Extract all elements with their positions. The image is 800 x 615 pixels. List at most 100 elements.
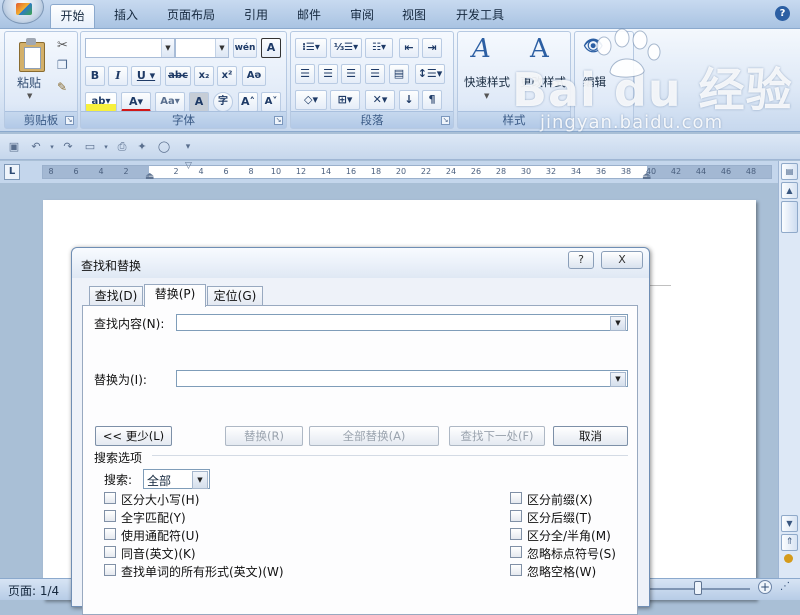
cancel-button[interactable]: 取消 — [553, 426, 628, 446]
clipboard-launcher-icon[interactable]: ↘ — [65, 116, 74, 125]
distributed-icon[interactable]: ▤ — [389, 64, 409, 84]
cut-icon[interactable]: ✂ — [57, 38, 68, 53]
circle-tool-icon[interactable]: ◯ — [156, 139, 172, 155]
paste-dropdown-icon[interactable]: ▼ — [27, 92, 32, 100]
select-browse-object-icon[interactable] — [784, 554, 793, 563]
format-icon[interactable]: ✦ — [134, 139, 150, 155]
left-indent-marker-icon[interactable]: ⏏ — [145, 171, 154, 182]
resize-grip-icon[interactable]: ⋰ — [780, 581, 790, 592]
dialog-titlebar[interactable]: 查找和替换 ? X — [72, 248, 649, 278]
match-suffix-checkbox[interactable] — [510, 510, 522, 522]
paste-icon[interactable] — [17, 38, 45, 72]
dialog-close-button[interactable]: X — [601, 251, 643, 269]
zoom-in-icon[interactable]: + — [758, 580, 772, 594]
paragraph-launcher-icon[interactable]: ↘ — [441, 116, 450, 125]
new-doc-icon[interactable]: ▭ — [82, 139, 98, 155]
tab-review[interactable]: 审阅 — [342, 4, 382, 28]
tab-view[interactable]: 视图 — [394, 4, 434, 28]
justify-icon[interactable]: ☰ — [365, 64, 385, 84]
bold-icon[interactable]: B — [85, 66, 105, 86]
replace-history-dropdown-icon[interactable]: ▼ — [610, 372, 626, 387]
new-doc-dropdown-icon[interactable]: ▾ — [98, 139, 114, 155]
quick-styles-button[interactable]: 快速样式 — [464, 74, 510, 90]
tab-developer[interactable]: 开发工具 — [448, 4, 512, 28]
shading-icon[interactable]: ◇▾ — [295, 90, 327, 110]
save-icon[interactable]: ▣ — [6, 139, 22, 155]
find-what-input[interactable]: ▼ — [176, 314, 628, 331]
align-right-icon[interactable]: ☰ — [341, 64, 361, 84]
vertical-scrollbar[interactable]: ▤ ▲ ▼ ⇑ — [778, 161, 800, 578]
copy-icon[interactable]: ❐ — [57, 58, 68, 72]
shrink-font-icon[interactable]: A˅ — [261, 92, 281, 112]
match-width-checkbox[interactable] — [510, 528, 522, 540]
undo-dropdown-icon[interactable]: ▾ — [44, 139, 60, 155]
help-icon[interactable]: ? — [775, 6, 790, 21]
numbering-icon[interactable]: ⅓☰▾ — [330, 38, 362, 58]
find-next-button[interactable]: 查找下一处(F) — [449, 426, 545, 446]
grow-font-icon[interactable]: A˄ — [238, 92, 258, 112]
increase-indent-icon[interactable]: ⇥ — [422, 38, 442, 58]
previous-page-icon[interactable]: ⇑ — [781, 534, 798, 551]
show-marks-icon[interactable]: ¶ — [422, 90, 442, 110]
tab-home[interactable]: 开始 — [50, 4, 95, 28]
multilevel-list-icon[interactable]: ☷▾ — [365, 38, 393, 58]
line-spacing-icon[interactable]: ↕☰▾ — [415, 64, 445, 84]
font-launcher-icon[interactable]: ↘ — [274, 116, 283, 125]
highlight-icon[interactable]: ab▾ — [85, 92, 117, 112]
scroll-thumb[interactable] — [781, 201, 798, 233]
whole-word-checkbox[interactable] — [104, 510, 116, 522]
undo-icon[interactable]: ↶ — [28, 139, 44, 155]
ignore-punctuation-checkbox[interactable] — [510, 546, 522, 558]
dialog-help-button[interactable]: ? — [568, 251, 594, 269]
tab-selector[interactable]: L — [4, 164, 20, 180]
search-direction-select[interactable]: 全部 ▼ — [143, 469, 210, 489]
chinese-layout-icon[interactable]: ✕▾ — [365, 90, 395, 110]
match-case-checkbox[interactable] — [104, 492, 116, 504]
find-history-dropdown-icon[interactable]: ▼ — [610, 316, 626, 331]
borders-icon[interactable]: ⊞▾ — [330, 90, 360, 110]
search-direction-dropdown-icon[interactable]: ▼ — [192, 471, 208, 489]
quick-styles-dropdown-icon[interactable]: ▼ — [484, 92, 489, 100]
first-line-indent-marker-icon[interactable]: ▽ — [185, 161, 192, 171]
replace-button[interactable]: 替换(R) — [225, 426, 303, 446]
scroll-up-icon[interactable]: ▲ — [781, 182, 798, 199]
scroll-down-icon[interactable]: ▼ — [781, 515, 798, 532]
character-shading-icon[interactable]: A — [189, 92, 209, 112]
tab-goto[interactable]: 定位(G) — [207, 286, 263, 306]
superscript-icon[interactable]: x² — [217, 66, 237, 86]
less-button[interactable]: << 更少(L) — [95, 426, 172, 446]
change-case-icon[interactable]: Aa▾ — [155, 92, 185, 112]
ignore-space-checkbox[interactable] — [510, 564, 522, 576]
character-border-icon[interactable]: A — [261, 38, 281, 58]
replace-all-button[interactable]: 全部替换(A) — [309, 426, 439, 446]
sounds-like-checkbox[interactable] — [104, 546, 116, 558]
match-prefix-checkbox[interactable] — [510, 492, 522, 504]
sort-icon[interactable]: ↓ — [399, 90, 419, 110]
tab-page-layout[interactable]: 页面布局 — [160, 4, 222, 28]
quick-styles-icon[interactable]: A — [472, 34, 491, 64]
office-button[interactable] — [2, 0, 44, 24]
tab-insert[interactable]: 插入 — [106, 4, 146, 28]
customize-qat-icon[interactable]: ▾ — [180, 139, 196, 155]
font-name-combo[interactable]: ▼ — [85, 38, 175, 58]
zoom-slider-thumb[interactable] — [694, 581, 702, 595]
italic-icon[interactable]: I — [108, 66, 128, 86]
format-painter-icon[interactable]: ✎ — [57, 80, 67, 94]
decrease-indent-icon[interactable]: ⇤ — [399, 38, 419, 58]
font-size-combo[interactable]: ▼ — [175, 38, 229, 58]
tab-find[interactable]: 查找(D) — [89, 286, 143, 306]
all-word-forms-checkbox[interactable] — [104, 564, 116, 576]
tab-mailings[interactable]: 邮件 — [289, 4, 329, 28]
redo-icon[interactable]: ↷ — [60, 139, 76, 155]
align-center-icon[interactable]: ☰ — [318, 64, 338, 84]
clear-format-icon[interactable]: Aə — [242, 66, 266, 86]
paste-button-label[interactable]: 粘贴 — [17, 74, 41, 91]
bullets-icon[interactable]: ⁝☰▾ — [295, 38, 327, 58]
print-preview-icon[interactable]: ⎙ — [114, 139, 130, 155]
phonetic-guide-icon[interactable]: wén — [233, 38, 257, 58]
replace-with-input[interactable]: ▼ — [176, 370, 628, 387]
page-count[interactable]: 页面: 1/4 — [8, 582, 59, 599]
enclose-characters-icon[interactable]: 字 — [213, 92, 233, 112]
align-left-icon[interactable]: ☰ — [295, 64, 315, 84]
underline-icon[interactable]: U ▾ — [131, 66, 161, 86]
